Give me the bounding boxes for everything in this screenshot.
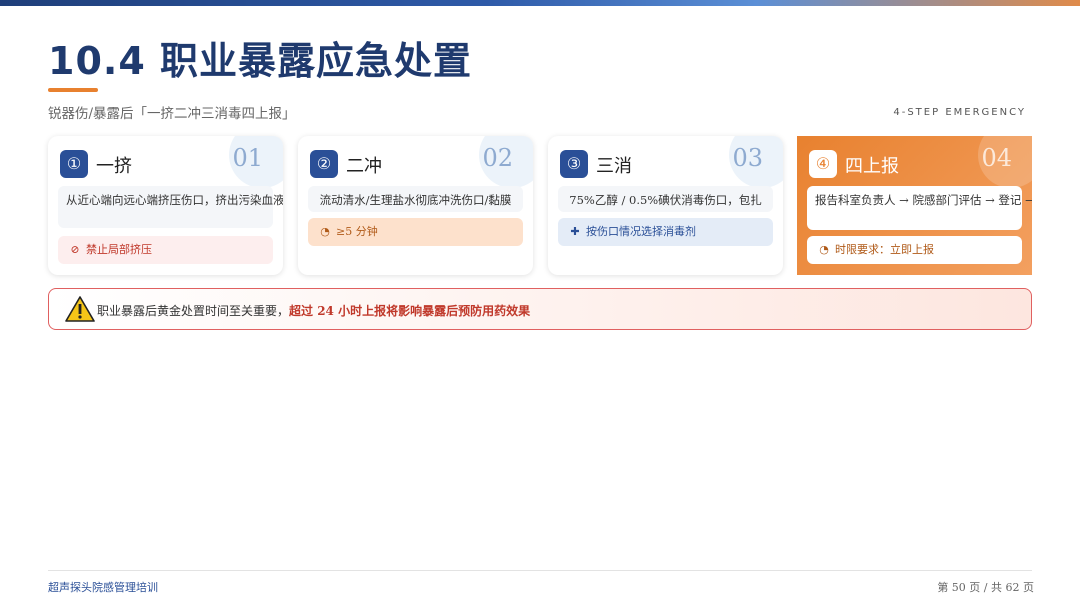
step-tip: ✚ 按伤口情况选择消毒剂 (558, 218, 773, 246)
warning-banner: 职业暴露后黄金处置时间至关重要，超过 24 小时上报将影响暴露后预防用药效果 (48, 288, 1032, 330)
step-tip: ⊘ 禁止局部挤压 (58, 236, 273, 264)
page-title: 10.4 职业暴露应急处置 (48, 39, 472, 83)
step-title: 四上报 (845, 156, 899, 177)
step-card-1: 01 ① 一挤 从近心端向远心端挤压伤口，挤出污染血液 ⊘ 禁止局部挤压 (48, 136, 283, 275)
step-number: 01 (232, 144, 263, 172)
step-number: 04 (981, 144, 1012, 172)
step-title: 三消 (596, 156, 632, 177)
step-badge: ① (60, 150, 88, 178)
step-description: 75%乙醇 / 0.5%碘伏消毒伤口，包扎 (558, 186, 773, 212)
step-title: 二冲 (346, 156, 382, 177)
step-number: 02 (482, 144, 513, 172)
page-subtitle: 锐器伤/暴露后「一挤二冲三消毒四上报」 (48, 106, 296, 122)
step-number: 03 (732, 144, 763, 172)
top-accent-bar (0, 0, 1080, 6)
footer-page-number: 第 50 页 / 共 62 页 (937, 581, 1034, 594)
step-title: 一挤 (96, 156, 132, 177)
plus-icon: ✚ (570, 225, 580, 238)
footer-divider (48, 570, 1032, 571)
forbidden-icon: ⊘ (70, 243, 80, 256)
warning-text-normal: 职业暴露后黄金处置时间至关重要， (97, 304, 290, 318)
step-tag: 4-STEP EMERGENCY (893, 107, 1026, 118)
step-tip: ◔ 时限要求：立即上报 (807, 236, 1022, 264)
title-underline (48, 88, 98, 92)
step-badge: ② (310, 150, 338, 178)
warning-text: 职业暴露后黄金处置时间至关重要，超过 24 小时上报将影响暴露后预防用药效果 (97, 302, 530, 319)
warning-icon (65, 296, 95, 322)
step-card-4: 04 ④ 四上报 报告科室负责人 → 院感部门评估 → 登记 → 随访 ◔ 时限要… (797, 136, 1032, 275)
step-card-2: 02 ② 二冲 流动清水/生理盐水彻底冲洗伤口/黏膜 ◔ ≥5 分钟 (298, 136, 533, 275)
step-card-3: 03 ③ 三消 75%乙醇 / 0.5%碘伏消毒伤口，包扎 ✚ 按伤口情况选择消毒… (548, 136, 783, 275)
step-description: 从近心端向远心端挤压伤口，挤出污染血液 (58, 186, 283, 228)
step-tip-text: 按伤口情况选择消毒剂 (586, 225, 696, 238)
step-tip-text: 时限要求：立即上报 (835, 243, 934, 256)
clock-icon: ◔ (320, 225, 330, 238)
step-badge: ④ (809, 150, 837, 178)
footer-course-name: 超声探头院感管理培训 (48, 581, 158, 594)
clock-icon: ◔ (819, 243, 829, 256)
step-tip-text: ≥5 分钟 (336, 225, 378, 238)
step-description: 流动清水/生理盐水彻底冲洗伤口/黏膜 (308, 186, 523, 212)
step-tip-text: 禁止局部挤压 (86, 243, 152, 256)
step-badge: ③ (560, 150, 588, 178)
warning-text-highlight: 超过 24 小时上报将影响暴露后预防用药效果 (289, 304, 531, 318)
step-tip: ◔ ≥5 分钟 (308, 218, 523, 246)
step-description: 报告科室负责人 → 院感部门评估 → 登记 → 随访 (807, 186, 1032, 230)
